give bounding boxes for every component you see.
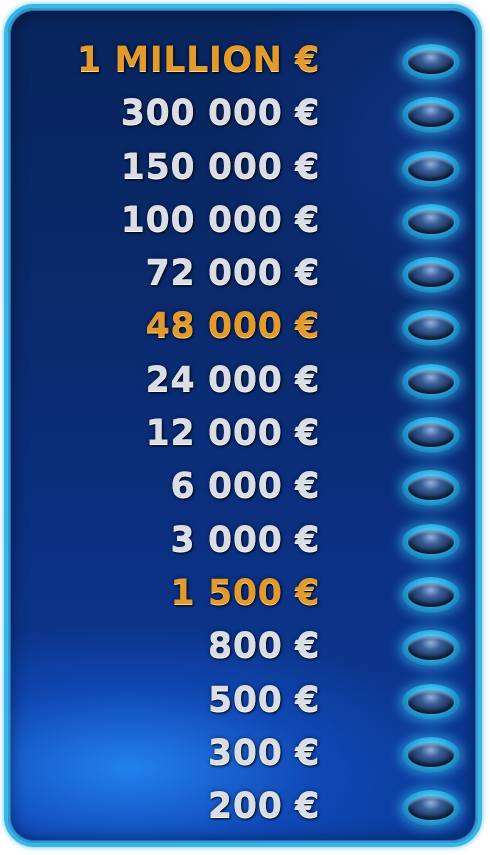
- oval-lamp-icon: [402, 576, 460, 613]
- prize-amount: 300 €: [207, 732, 320, 773]
- ladder-rung: 24 000 €: [8, 354, 478, 407]
- prize-amount: 150 000 €: [120, 146, 320, 187]
- oval-lamp-icon: [402, 790, 460, 827]
- money-ladder-panel: 1 MILLION € 300 000 € 150 000 € 100 000 …: [4, 4, 482, 847]
- ladder-rung: 6 000 €: [8, 460, 478, 513]
- prize-amount: 6 000 €: [170, 466, 320, 507]
- prize-amount: 48 000 €: [145, 306, 320, 347]
- ladder-rung: 100 000 €: [8, 194, 478, 247]
- oval-lamp-icon: [402, 150, 460, 187]
- oval-lamp-icon: [402, 417, 460, 454]
- prize-amount: 24 000 €: [145, 359, 320, 400]
- prize-amount: 72 000 €: [145, 253, 320, 294]
- money-ladder: 1 MILLION € 300 000 € 150 000 € 100 000 …: [8, 34, 478, 833]
- oval-lamp-icon: [402, 630, 460, 667]
- ladder-rung: 1 MILLION €: [8, 34, 478, 87]
- ladder-rung: 12 000 €: [8, 407, 478, 460]
- ladder-rung: 3 000 €: [8, 514, 478, 567]
- oval-lamp-icon: [402, 736, 460, 773]
- ladder-rung: 150 000 €: [8, 141, 478, 194]
- prize-amount: 12 000 €: [145, 413, 320, 454]
- ladder-rung: 1 500 €: [8, 567, 478, 620]
- prize-amount: 100 000 €: [120, 199, 320, 240]
- oval-lamp-icon: [402, 470, 460, 507]
- prize-amount: 500 €: [207, 679, 320, 720]
- oval-lamp-icon: [402, 310, 460, 347]
- oval-lamp-icon: [402, 683, 460, 720]
- ladder-rung: 48 000 €: [8, 300, 478, 353]
- prize-amount: 1 500 €: [170, 572, 320, 613]
- oval-lamp-icon: [402, 97, 460, 134]
- ladder-rung: 300 €: [8, 727, 478, 780]
- ladder-rung: 200 €: [8, 780, 478, 833]
- prize-amount: 300 000 €: [120, 93, 320, 134]
- oval-lamp-icon: [402, 203, 460, 240]
- oval-lamp-icon: [402, 363, 460, 400]
- oval-lamp-icon: [402, 523, 460, 560]
- prize-amount: 1 MILLION €: [76, 40, 320, 80]
- ladder-rung: 300 000 €: [8, 87, 478, 140]
- prize-amount: 3 000 €: [170, 519, 320, 560]
- ladder-rung: 800 €: [8, 620, 478, 673]
- ladder-rung: 500 €: [8, 674, 478, 727]
- prize-amount: 800 €: [207, 626, 320, 667]
- oval-lamp-icon: [402, 257, 460, 294]
- prize-amount: 200 €: [207, 786, 320, 827]
- ladder-rung: 72 000 €: [8, 247, 478, 300]
- oval-lamp-icon: [402, 44, 460, 80]
